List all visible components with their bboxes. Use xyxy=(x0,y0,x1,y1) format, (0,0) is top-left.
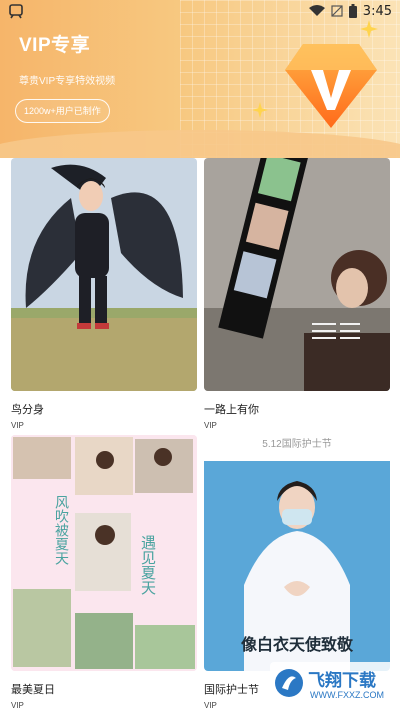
film-strip-photo xyxy=(204,158,390,391)
template-card[interactable]: 鸟分身 VIP xyxy=(11,158,197,430)
sparkle-icon xyxy=(252,102,268,118)
top-strip-text: 5.12国际护士节 xyxy=(262,439,332,449)
wifi-icon xyxy=(308,5,325,16)
card-title: 鸟分身 xyxy=(11,404,44,416)
bird-costume-photo xyxy=(11,158,197,391)
template-card[interactable]: 一路上有你 VIP xyxy=(204,158,390,430)
sparkle-icon xyxy=(360,20,378,38)
card-thumbnail[interactable]: 5.12国际护士节 像白衣天使致敬 xyxy=(204,435,390,671)
watermark-logo-icon xyxy=(275,669,303,697)
banner-subtitle: 尊贵VIP专享特效视频 xyxy=(19,76,116,87)
watermark-brand: 飞翔下载 xyxy=(308,671,376,691)
vip-badge: VIP xyxy=(11,421,24,430)
poster-text-right: 遇见夏天 xyxy=(139,535,157,595)
nurse-caption: 像白衣天使致敬 xyxy=(240,635,353,654)
vip-diamond-icon xyxy=(285,44,377,128)
site-watermark: 飞翔下载 WWW.FXXZ.COM xyxy=(270,662,396,704)
card-thumbnail[interactable] xyxy=(11,158,197,391)
users-count-badge: 1200w+用户已制作 xyxy=(15,99,110,123)
card-title: 最美夏日 xyxy=(11,684,55,696)
app-notification-icon xyxy=(9,4,23,19)
status-time: 3:45 xyxy=(362,3,392,19)
card-thumbnail[interactable]: 风吹被夏天 遇见夏天 xyxy=(11,435,197,671)
card-thumbnail[interactable] xyxy=(204,158,390,391)
card-title: 一路上有你 xyxy=(204,404,259,416)
template-card[interactable]: 风吹被夏天 遇见夏天 最美夏日 VIP xyxy=(11,435,197,710)
watermark-url: WWW.FXXZ.COM xyxy=(310,690,384,700)
vip-banner: VIP专享 尊贵VIP专享特效视频 1200w+用户已制作 xyxy=(0,0,400,158)
poster-text-left: 风吹被夏天 xyxy=(53,495,69,565)
no-signal-icon xyxy=(331,5,343,17)
vip-badge: VIP xyxy=(204,421,217,430)
battery-icon xyxy=(348,4,357,18)
vip-badge: VIP xyxy=(11,701,24,710)
page-title: VIP专享 xyxy=(19,35,91,56)
status-bar: 3:45 xyxy=(0,0,400,22)
